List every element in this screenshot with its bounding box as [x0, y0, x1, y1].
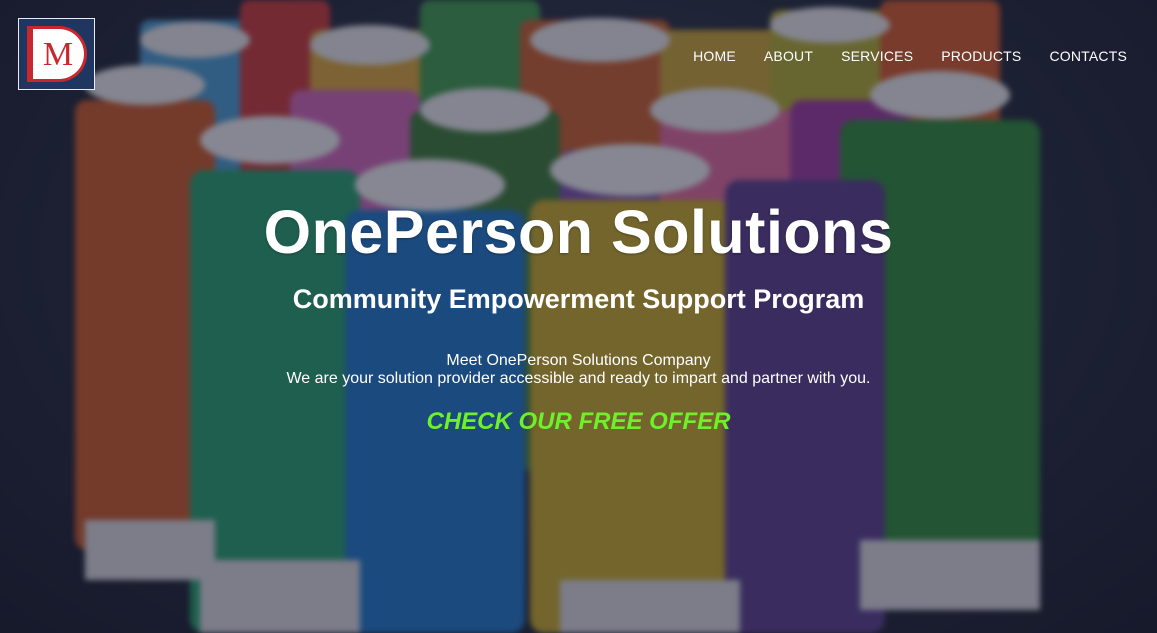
hero-description: Meet OnePerson Solutions Company We are …	[0, 352, 1157, 388]
hero-title: OnePerson Solutions	[263, 198, 894, 266]
company-logo[interactable]: M	[18, 18, 95, 90]
nav-item-home[interactable]: HOME	[693, 48, 736, 64]
main-navigation: HOME ABOUT SERVICES PRODUCTS CONTACTS	[665, 48, 1127, 64]
nav-item-about[interactable]: ABOUT	[764, 48, 813, 64]
nav-item-services[interactable]: SERVICES	[841, 48, 913, 64]
hero-section: M HOME ABOUT SERVICES PRODUCTS CONTACTS …	[0, 0, 1157, 633]
nav-item-products[interactable]: PRODUCTS	[941, 48, 1021, 64]
hero-content: OnePerson Solutions Community Empowermen…	[0, 196, 1157, 436]
free-offer-link[interactable]: CHECK OUR FREE OFFER	[426, 408, 730, 436]
hero-subtitle: Community Empowerment Support Program	[292, 284, 865, 314]
nav-item-contacts[interactable]: CONTACTS	[1049, 48, 1127, 64]
hero-description-line-1: Meet OnePerson Solutions Company	[446, 352, 711, 369]
logo-letter: M	[42, 36, 74, 73]
logo-mark: M	[26, 26, 87, 82]
hero-description-line-2: We are your solution provider accessible…	[286, 370, 871, 387]
